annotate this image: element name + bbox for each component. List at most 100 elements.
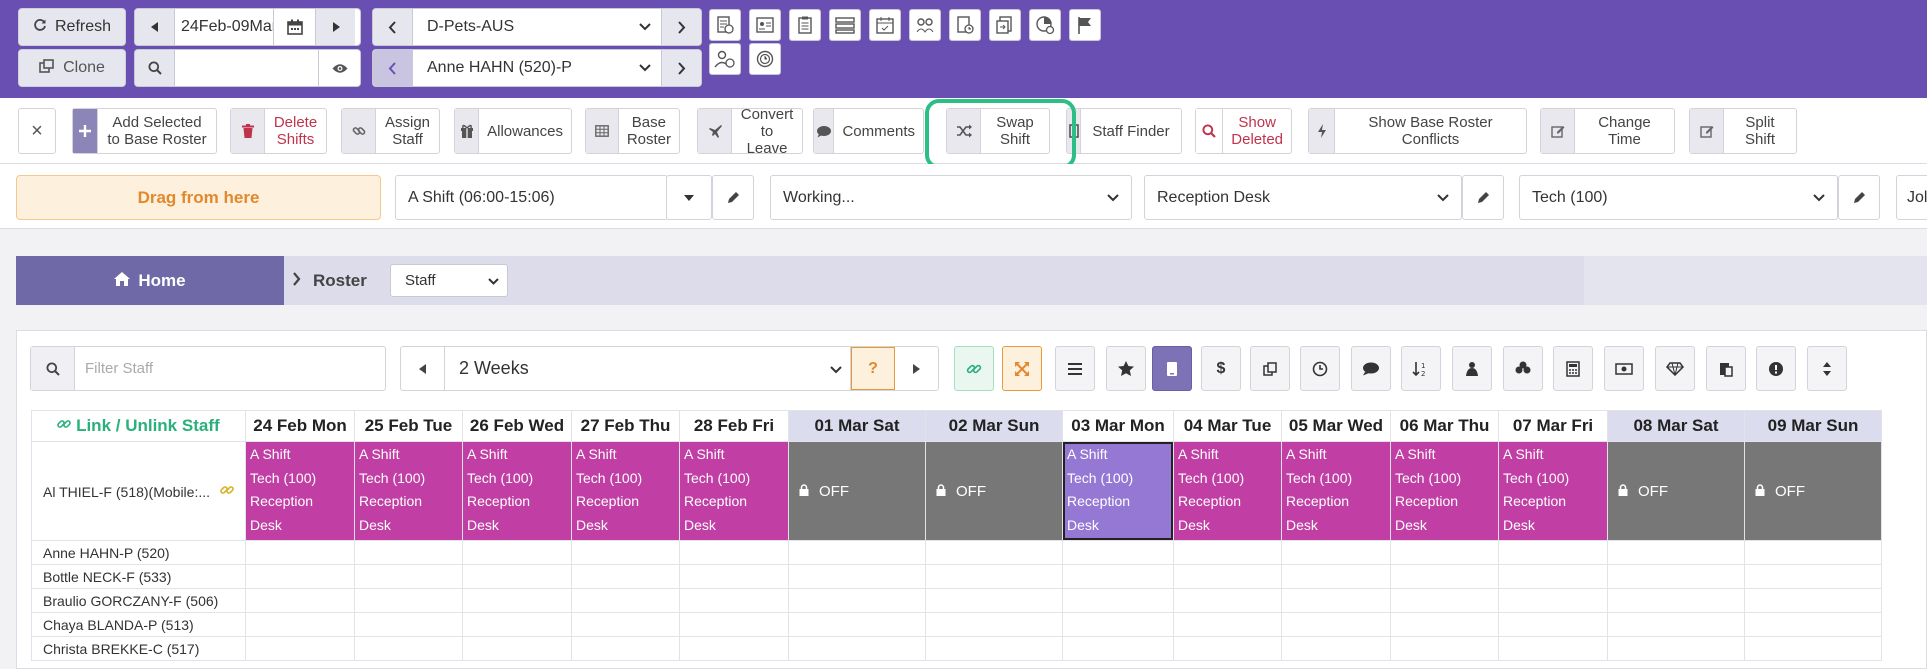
empty-shift-cell[interactable] <box>1498 564 1608 589</box>
calendar-check-icon[interactable] <box>869 9 901 41</box>
empty-shift-cell[interactable] <box>245 540 355 565</box>
calculator-icon[interactable] <box>1553 346 1593 391</box>
mobile-view-icon[interactable] <box>1152 346 1192 391</box>
off-cell[interactable]: OFF <box>1607 441 1745 541</box>
empty-shift-cell[interactable] <box>354 564 463 589</box>
empty-shift-cell[interactable] <box>1390 612 1499 637</box>
off-block[interactable]: OFF <box>926 442 1062 540</box>
next-date-button[interactable] <box>315 9 355 45</box>
roster-view-select[interactable]: Staff <box>390 264 508 297</box>
empty-shift-cell[interactable] <box>462 564 572 589</box>
allowances-button[interactable]: Allowances <box>454 108 572 154</box>
empty-shift-cell[interactable] <box>1498 636 1608 661</box>
shift-block[interactable]: A Shift Tech (100) Reception Desk <box>1499 442 1607 540</box>
empty-shift-cell[interactable] <box>1498 540 1608 565</box>
prev-period-button[interactable] <box>401 347 445 390</box>
staff-name-cell[interactable]: Christa BREKKE-C (517) <box>31 636 246 661</box>
off-block[interactable]: OFF <box>1745 442 1881 540</box>
empty-shift-cell[interactable] <box>1607 636 1745 661</box>
empty-shift-cell[interactable] <box>354 636 463 661</box>
comments-icon[interactable] <box>1351 346 1391 391</box>
shift-template-dropdown[interactable] <box>666 175 712 220</box>
clone-button[interactable]: Clone <box>18 49 126 87</box>
change-time-button[interactable]: Change Time <box>1540 108 1675 154</box>
copy-icon[interactable] <box>1250 346 1290 391</box>
empty-shift-cell[interactable] <box>1173 588 1282 613</box>
split-shift-button[interactable]: Split Shift <box>1689 108 1797 154</box>
help-button[interactable]: ? <box>851 347 895 390</box>
next-location-button[interactable] <box>661 9 701 45</box>
empty-shift-cell[interactable] <box>1173 564 1282 589</box>
sort-icon[interactable]: 12 <box>1401 346 1441 391</box>
empty-shift-cell[interactable] <box>571 540 680 565</box>
drag-from-here-box[interactable]: Drag from here <box>16 175 381 220</box>
empty-shift-cell[interactable] <box>245 588 355 613</box>
empty-shift-cell[interactable] <box>1390 564 1499 589</box>
empty-shift-cell[interactable] <box>1062 612 1174 637</box>
link-icon[interactable] <box>954 346 994 391</box>
empty-shift-cell[interactable] <box>462 588 572 613</box>
users-group-icon[interactable] <box>1503 346 1543 391</box>
shift-cell[interactable]: A Shift Tech (100) Reception Desk <box>679 441 789 541</box>
off-block[interactable]: OFF <box>1608 442 1744 540</box>
base-roster-button[interactable]: Base Roster <box>585 108 680 154</box>
empty-shift-cell[interactable] <box>1281 612 1391 637</box>
staff-name-cell[interactable]: Al THIEL-F (518)(Mobile:... <box>31 441 246 541</box>
empty-shift-cell[interactable] <box>1607 540 1745 565</box>
empty-shift-cell[interactable] <box>1744 564 1882 589</box>
user-lock-icon[interactable] <box>1452 346 1492 391</box>
empty-shift-cell[interactable] <box>1744 636 1882 661</box>
shift-block[interactable]: A Shift Tech (100) Reception Desk <box>1174 442 1281 540</box>
off-cell[interactable]: OFF <box>925 441 1063 541</box>
staff-name-cell[interactable]: Bottle NECK-F (533) <box>31 564 246 589</box>
staff-name-cell[interactable]: Braulio GORCZANY-F (506) <box>31 588 246 613</box>
empty-shift-cell[interactable] <box>925 612 1063 637</box>
calendar-icon[interactable] <box>273 9 315 45</box>
clipboard-list-icon[interactable] <box>789 9 821 41</box>
star-icon[interactable] <box>1106 346 1146 391</box>
document-clock-icon[interactable] <box>949 9 981 41</box>
empty-shift-cell[interactable] <box>1607 612 1745 637</box>
empty-shift-cell[interactable] <box>245 612 355 637</box>
empty-shift-cell[interactable] <box>788 636 926 661</box>
empty-shift-cell[interactable] <box>571 612 680 637</box>
shift-cell[interactable]: A Shift Tech (100) Reception Desk <box>354 441 463 541</box>
empty-shift-cell[interactable] <box>1173 540 1282 565</box>
expand-icon[interactable] <box>1002 346 1042 391</box>
empty-shift-cell[interactable] <box>1281 636 1391 661</box>
desk-select[interactable]: Reception Desk <box>1144 175 1462 220</box>
empty-shift-cell[interactable] <box>1390 636 1499 661</box>
menu-icon[interactable] <box>1055 346 1095 391</box>
team-settings-icon[interactable] <box>909 9 941 41</box>
empty-shift-cell[interactable] <box>354 588 463 613</box>
filter-staff-input[interactable]: Filter Staff <box>75 347 385 390</box>
empty-shift-cell[interactable] <box>1744 588 1882 613</box>
refresh-button[interactable]: Refresh <box>18 8 126 46</box>
empty-shift-cell[interactable] <box>788 540 926 565</box>
export-document-icon[interactable] <box>989 9 1021 41</box>
empty-shift-cell[interactable] <box>1281 540 1391 565</box>
shift-block[interactable]: A Shift Tech (100) Reception Desk <box>463 442 571 540</box>
id-card-icon[interactable] <box>749 9 781 41</box>
empty-shift-cell[interactable] <box>462 612 572 637</box>
shift-cell[interactable]: A Shift Tech (100) Reception Desk <box>1173 441 1282 541</box>
user-clock-icon[interactable] <box>709 43 741 75</box>
info-icon[interactable] <box>1756 346 1796 391</box>
location-select[interactable]: D-Pets-AUS <box>413 9 661 45</box>
empty-shift-cell[interactable] <box>679 564 789 589</box>
empty-shift-cell[interactable] <box>679 612 789 637</box>
list-rows-icon[interactable] <box>829 9 861 41</box>
empty-shift-cell[interactable] <box>1173 612 1282 637</box>
shift-block[interactable]: A Shift Tech (100) Reception Desk <box>572 442 679 540</box>
prev-staff-button[interactable] <box>373 50 413 86</box>
shift-cell[interactable]: A Shift Tech (100) Reception Desk <box>1281 441 1391 541</box>
shift-block[interactable]: A Shift Tech (100) Reception Desk <box>1282 442 1390 540</box>
close-toolbar-button[interactable]: × <box>18 108 56 154</box>
flag-icon[interactable] <box>1069 9 1101 41</box>
empty-shift-cell[interactable] <box>1062 636 1174 661</box>
role-select[interactable]: Tech (100) <box>1519 175 1838 220</box>
shift-cell[interactable]: A Shift Tech (100) Reception Desk <box>245 441 355 541</box>
empty-shift-cell[interactable] <box>925 564 1063 589</box>
prev-date-button[interactable] <box>135 9 175 45</box>
prev-location-button[interactable] <box>373 9 413 45</box>
